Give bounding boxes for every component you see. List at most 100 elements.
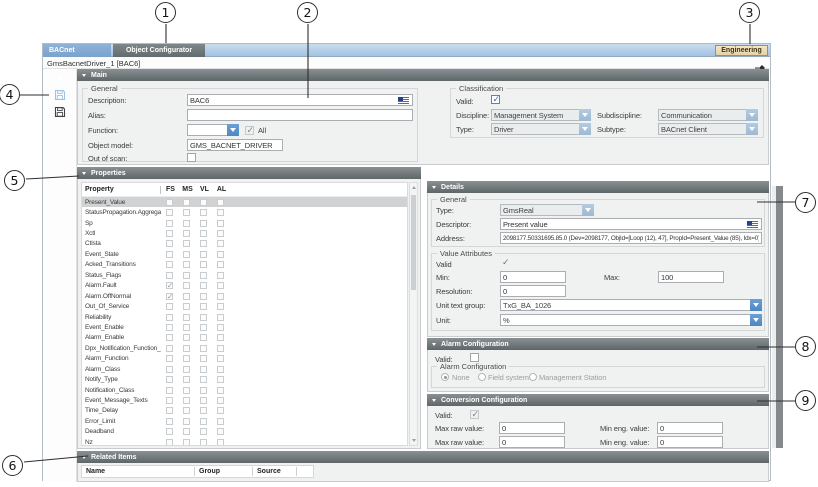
table-row[interactable]: Xctl <box>82 228 407 238</box>
column-source[interactable]: Source <box>252 467 296 476</box>
window-scrollbar[interactable] <box>772 186 783 448</box>
fs-checkbox[interactable] <box>166 376 173 383</box>
vl-checkbox[interactable] <box>200 282 207 289</box>
min-eng-value-input[interactable] <box>657 422 723 434</box>
max-raw-value-input[interactable] <box>499 422 565 434</box>
fs-checkbox[interactable] <box>166 324 173 331</box>
stop-circle-icon[interactable] <box>54 72 66 84</box>
ms-checkbox[interactable] <box>183 209 190 216</box>
fs-checkbox[interactable] <box>166 345 173 352</box>
fs-checkbox[interactable] <box>166 272 173 279</box>
dropdown-arrow-icon[interactable] <box>750 299 762 311</box>
description-input[interactable] <box>187 94 413 106</box>
vl-checkbox[interactable] <box>200 230 207 237</box>
scroll-up-icon[interactable] <box>412 186 416 189</box>
al-checkbox[interactable] <box>217 209 224 216</box>
table-row[interactable]: Alarm_Enable <box>82 333 407 343</box>
unit-dropdown[interactable]: % <box>500 314 762 326</box>
column-group[interactable]: Group <box>194 467 252 476</box>
object-model-input[interactable] <box>187 139 283 151</box>
ms-checkbox[interactable] <box>183 324 190 331</box>
ms-checkbox[interactable] <box>183 334 190 341</box>
vl-checkbox[interactable] <box>200 324 207 331</box>
alarm-valid-checkbox[interactable] <box>470 353 479 362</box>
ms-checkbox[interactable] <box>183 261 190 268</box>
ms-checkbox[interactable] <box>183 314 190 321</box>
fs-checkbox[interactable] <box>166 355 173 362</box>
classification-valid-checkbox[interactable] <box>491 95 500 104</box>
resolution-input[interactable] <box>500 285 566 297</box>
column-al[interactable]: AL <box>213 186 230 193</box>
fs-checkbox[interactable] <box>166 261 173 268</box>
save-icon[interactable] <box>54 105 66 117</box>
table-row[interactable]: Reliability <box>82 312 407 322</box>
vl-checkbox[interactable] <box>200 199 207 206</box>
fs-checkbox[interactable] <box>166 314 173 321</box>
min-eng-value-input[interactable] <box>657 436 723 448</box>
vl-checkbox[interactable] <box>200 428 207 435</box>
max-input[interactable] <box>658 271 724 283</box>
fs-checkbox[interactable] <box>166 209 173 216</box>
table-row[interactable]: Event_Message_Texts <box>82 395 407 405</box>
ms-checkbox[interactable] <box>183 376 190 383</box>
table-row[interactable]: Present_Value <box>82 197 407 207</box>
table-row[interactable]: Alarm.Fault <box>82 281 407 291</box>
section-header-alarm-configuration[interactable]: Alarm Configuration <box>427 338 769 350</box>
ms-checkbox[interactable] <box>183 303 190 310</box>
al-checkbox[interactable] <box>217 387 224 394</box>
ms-checkbox[interactable] <box>183 387 190 394</box>
ms-checkbox[interactable] <box>183 345 190 352</box>
column-fs[interactable]: FS <box>162 186 179 193</box>
alias-input[interactable] <box>187 109 413 121</box>
fs-checkbox[interactable] <box>166 282 173 289</box>
al-checkbox[interactable] <box>217 199 224 206</box>
section-header-main[interactable]: Main <box>77 69 769 81</box>
table-row[interactable]: Sp <box>82 218 407 228</box>
al-checkbox[interactable] <box>217 293 224 300</box>
al-checkbox[interactable] <box>217 272 224 279</box>
fs-checkbox[interactable] <box>166 303 173 310</box>
table-row[interactable]: Dpx_Notification_Function_S <box>82 343 407 353</box>
fs-checkbox[interactable] <box>166 439 173 446</box>
ms-checkbox[interactable] <box>183 355 190 362</box>
dropdown-arrow-icon[interactable] <box>750 314 762 326</box>
table-row[interactable]: Time_Delay <box>82 406 407 416</box>
vl-checkbox[interactable] <box>200 303 207 310</box>
vl-checkbox[interactable] <box>200 345 207 352</box>
al-checkbox[interactable] <box>217 240 224 247</box>
al-checkbox[interactable] <box>217 418 224 425</box>
vl-checkbox[interactable] <box>200 293 207 300</box>
vl-checkbox[interactable] <box>200 387 207 394</box>
ms-checkbox[interactable] <box>183 418 190 425</box>
vl-checkbox[interactable] <box>200 407 207 414</box>
unit-text-group-dropdown[interactable]: TxG_BA_1026 <box>500 299 762 311</box>
vl-checkbox[interactable] <box>200 240 207 247</box>
section-header-properties[interactable]: Properties <box>77 167 421 179</box>
al-checkbox[interactable] <box>217 439 224 446</box>
vl-checkbox[interactable] <box>200 220 207 227</box>
scrollbar-thumb[interactable] <box>411 195 416 290</box>
vl-checkbox[interactable] <box>200 251 207 258</box>
ms-checkbox[interactable] <box>183 272 190 279</box>
fs-checkbox[interactable] <box>166 418 173 425</box>
fs-checkbox[interactable] <box>166 220 173 227</box>
table-row[interactable]: Alarm_Function <box>82 354 407 364</box>
al-checkbox[interactable] <box>217 251 224 258</box>
language-flag-icon[interactable] <box>398 97 409 104</box>
language-flag-icon[interactable] <box>747 221 758 228</box>
fs-checkbox[interactable] <box>166 334 173 341</box>
ms-checkbox[interactable] <box>183 428 190 435</box>
fs-checkbox[interactable] <box>166 407 173 414</box>
al-checkbox[interactable] <box>217 407 224 414</box>
table-row[interactable]: Event_State <box>82 249 407 259</box>
ms-checkbox[interactable] <box>183 251 190 258</box>
function-dropdown[interactable] <box>187 124 239 136</box>
table-row[interactable]: Nz <box>82 437 407 446</box>
address-input[interactable] <box>500 232 762 244</box>
al-checkbox[interactable] <box>217 397 224 404</box>
column-ms[interactable]: MS <box>179 186 196 193</box>
properties-scrollbar[interactable] <box>409 182 418 446</box>
al-checkbox[interactable] <box>217 282 224 289</box>
table-row[interactable]: Ctlsta <box>82 239 407 249</box>
table-row[interactable]: StatusPropagation.Aggregat <box>82 207 407 217</box>
